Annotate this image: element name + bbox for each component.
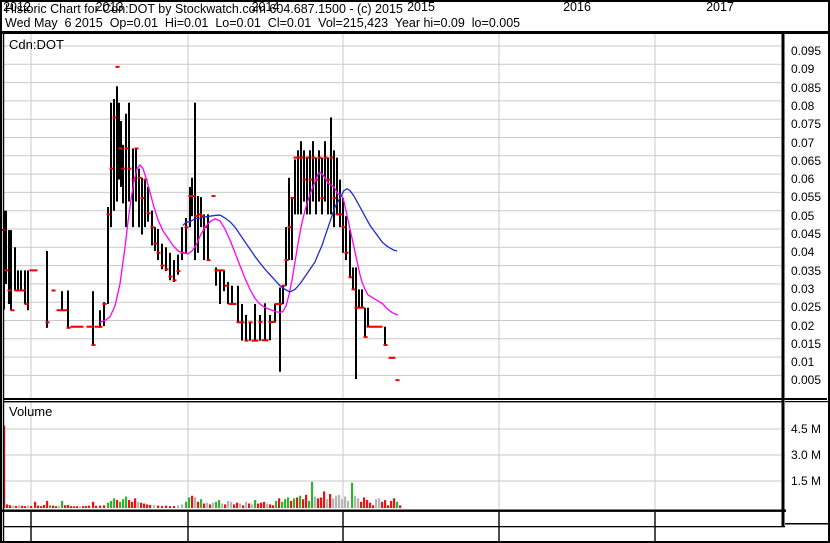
price-axis-label: 0.07 bbox=[791, 135, 815, 150]
year-axis-label: 2013 bbox=[95, 0, 124, 14]
price-axis-label: 0.015 bbox=[791, 336, 822, 351]
year-axis-label: 2015 bbox=[407, 0, 435, 14]
historic-stock-chart: Historic Chart for Cdn:DOT by Stockwatch… bbox=[0, 0, 830, 543]
symbol-label: Cdn:DOT bbox=[9, 37, 64, 52]
price-axis-label: 0.005 bbox=[791, 373, 822, 388]
price-axis-label: 0.01 bbox=[791, 355, 815, 370]
volume-axis-label: 1.5 M bbox=[791, 474, 822, 488]
price-axis-label: 0.085 bbox=[791, 80, 822, 95]
price-axis-label: 0.03 bbox=[791, 281, 815, 296]
price-axis-label: 0.055 bbox=[791, 190, 822, 205]
chart-canvas bbox=[0, 0, 830, 543]
price-axis-label: 0.05 bbox=[791, 208, 815, 223]
price-axis-label: 0.025 bbox=[791, 300, 822, 315]
price-axis-label: 0.08 bbox=[791, 98, 815, 113]
price-axis-label: 0.095 bbox=[791, 44, 822, 58]
price-axis-label: 0.04 bbox=[791, 245, 815, 260]
year-axis-label: 2016 bbox=[563, 0, 591, 14]
volume-panel-label: Volume bbox=[9, 404, 53, 419]
price-axis-label: 0.075 bbox=[791, 117, 822, 132]
price-axis-label: 0.035 bbox=[791, 263, 822, 278]
price-axis-label: 0.06 bbox=[791, 172, 815, 187]
price-axis-label: 0.045 bbox=[791, 227, 822, 241]
price-axis-label: 0.09 bbox=[791, 62, 815, 77]
year-axis-label: 2017 bbox=[706, 0, 734, 14]
quote-summary-line: Wed May 6 2015 Op=0.01 Hi=0.01 Lo=0.01 C… bbox=[5, 16, 521, 30]
year-axis-label: 2012 bbox=[3, 0, 31, 14]
volume-axis-label: 4.5 M bbox=[791, 422, 822, 436]
chart-header-title: Historic Chart for Cdn:DOT by Stockwatch… bbox=[5, 2, 403, 16]
volume-axis-label: 3.0 M bbox=[791, 448, 822, 462]
price-axis-label: 0.02 bbox=[791, 318, 815, 333]
year-axis-label: 2014 bbox=[251, 0, 280, 14]
price-axis-label: 0.065 bbox=[791, 153, 822, 168]
